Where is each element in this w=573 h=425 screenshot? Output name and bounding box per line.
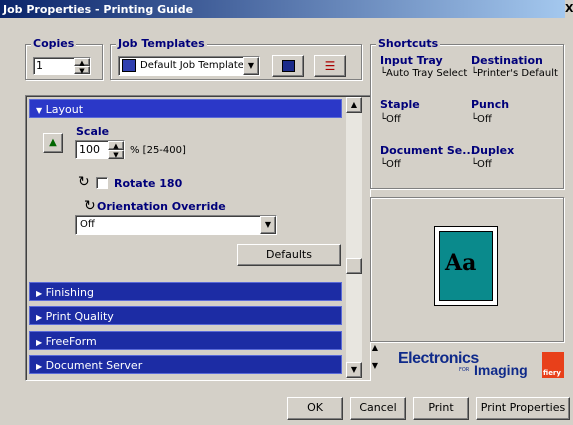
shortcut-document-server-value: └Off bbox=[380, 159, 401, 170]
shortcut-staple-value: └Off bbox=[380, 114, 401, 125]
electronics-for-text: FOR bbox=[459, 367, 470, 373]
imaging-logo: Imaging bbox=[474, 362, 528, 378]
shortcut-document-server-label: Document Se... bbox=[380, 144, 475, 157]
shortcut-input-tray-label: Input Tray bbox=[380, 54, 443, 67]
ok-button[interactable]: OK bbox=[287, 397, 343, 420]
triangle-down-icon: ▼ bbox=[36, 106, 43, 115]
window-title: Job Properties - Printing Guide bbox=[3, 3, 194, 16]
section-layout[interactable]: ▼ Layout bbox=[29, 99, 342, 118]
shortcut-destination-label: Destination bbox=[471, 54, 543, 67]
scroll-bottom-icon[interactable]: ▼ bbox=[369, 361, 381, 375]
vertical-scrollbar[interactable] bbox=[346, 97, 362, 379]
chevron-down-icon[interactable]: ▼ bbox=[260, 216, 276, 234]
fiery-logo: fiery bbox=[542, 352, 564, 378]
orientation-label: Orientation Override bbox=[97, 200, 226, 213]
print-button[interactable]: Print bbox=[413, 397, 469, 420]
orientation-icon: ↻ bbox=[84, 198, 96, 214]
triangle-right-icon: ▶ bbox=[36, 362, 43, 371]
page-preview: Aa bbox=[434, 226, 498, 306]
shortcut-destination-value: └Printer's Default bbox=[471, 68, 558, 79]
copies-label: Copies bbox=[31, 37, 77, 50]
shortcut-staple-label: Staple bbox=[380, 98, 420, 111]
section-document-server[interactable]: ▶ Document Server bbox=[29, 355, 342, 374]
rotate-label: Rotate 180 bbox=[114, 177, 183, 190]
stepper-down-icon[interactable]: ▼ bbox=[108, 150, 124, 159]
scale-stepper[interactable]: ▲ ▼ bbox=[108, 141, 124, 159]
list-icon: ☰ bbox=[324, 59, 336, 73]
scale-range: % [25-400] bbox=[130, 145, 186, 156]
stepper-up-icon[interactable]: ▲ bbox=[108, 141, 124, 150]
shortcuts-label: Shortcuts bbox=[376, 37, 441, 50]
scroll-thumb[interactable] bbox=[346, 258, 362, 274]
shortcut-duplex-label: Duplex bbox=[471, 144, 515, 157]
job-templates-label: Job Templates bbox=[116, 37, 207, 50]
scroll-top-icon[interactable]: ▲ bbox=[369, 343, 381, 357]
stepper-down-icon[interactable]: ▼ bbox=[74, 66, 90, 75]
rotate-icon: ↻ bbox=[78, 174, 90, 190]
shortcut-duplex-value: └Off bbox=[471, 159, 492, 170]
triangle-right-icon: ▶ bbox=[36, 313, 43, 322]
scale-label: Scale bbox=[76, 125, 110, 138]
section-print-quality[interactable]: ▶ Print Quality bbox=[29, 306, 342, 325]
copies-stepper[interactable]: ▲ ▼ bbox=[74, 58, 90, 75]
triangle-right-icon: ▶ bbox=[36, 289, 43, 298]
shortcut-punch-value: └Off bbox=[471, 114, 492, 125]
page-preview-fill: Aa bbox=[439, 231, 493, 301]
section-freeform[interactable]: ▶ FreeForm bbox=[29, 331, 342, 350]
shortcut-punch-label: Punch bbox=[471, 98, 510, 111]
manage-templates-button[interactable]: ☰ bbox=[314, 55, 346, 77]
orientation-select[interactable]: Off bbox=[75, 215, 277, 235]
title-bar[interactable]: Job Properties - Printing Guide bbox=[0, 0, 573, 18]
chevron-down-icon[interactable]: ▼ bbox=[243, 57, 259, 75]
defaults-button[interactable]: Defaults bbox=[237, 244, 341, 266]
shortcut-input-tray-value: └Auto Tray Select bbox=[380, 68, 468, 79]
print-properties-button[interactable]: Print Properties bbox=[476, 397, 570, 420]
close-button[interactable]: X bbox=[565, 0, 573, 18]
scroll-down-icon[interactable]: ▼ bbox=[346, 362, 362, 378]
scale-icon: ▲ bbox=[43, 133, 63, 153]
save-icon bbox=[281, 60, 295, 72]
save-template-button[interactable] bbox=[272, 55, 304, 77]
cancel-button[interactable]: Cancel bbox=[350, 397, 406, 420]
section-finishing[interactable]: ▶ Finishing bbox=[29, 282, 342, 301]
scroll-up-icon[interactable]: ▲ bbox=[346, 97, 362, 113]
job-templates-select[interactable]: Default Job Templates bbox=[118, 56, 260, 76]
rotate-checkbox[interactable] bbox=[96, 177, 108, 189]
triangle-right-icon: ▶ bbox=[36, 338, 43, 347]
electronics-logo: Electronics bbox=[398, 350, 479, 367]
stepper-up-icon[interactable]: ▲ bbox=[74, 58, 90, 67]
printer-icon bbox=[122, 59, 136, 72]
